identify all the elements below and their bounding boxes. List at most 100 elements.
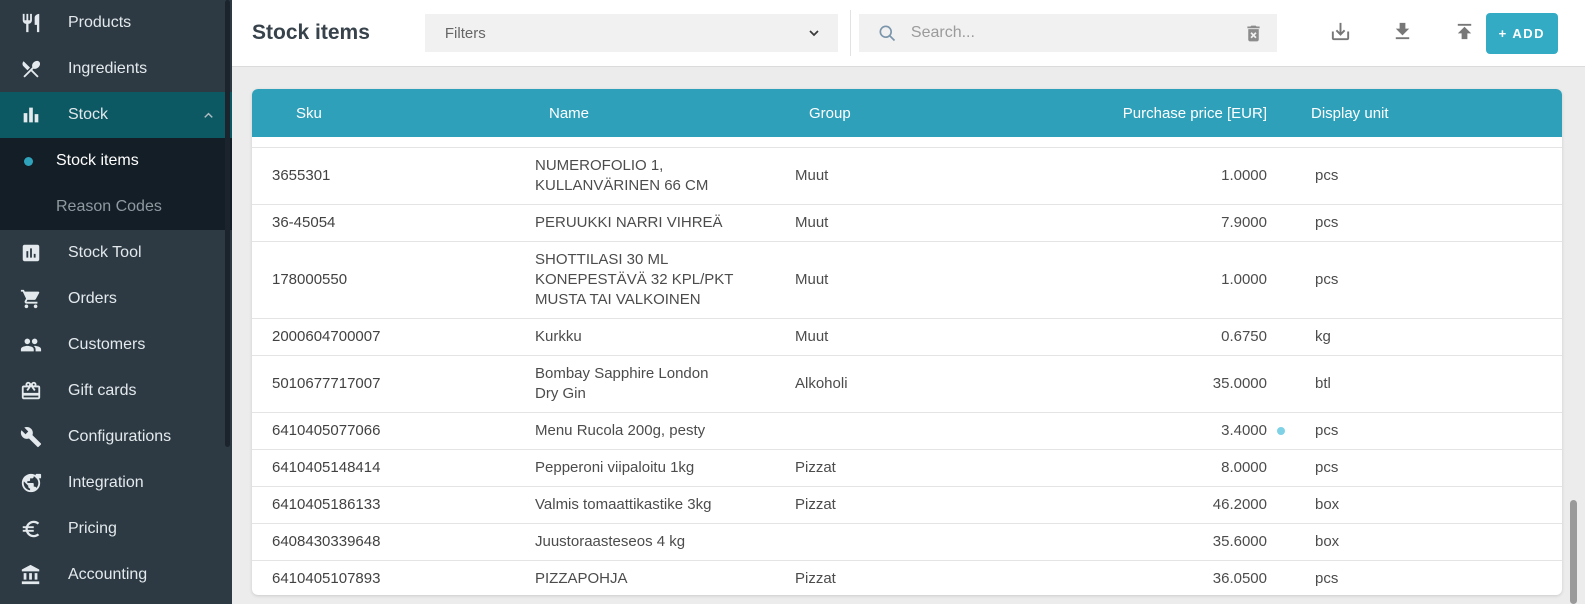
sidebar-subitem-label: Reason Codes — [56, 198, 162, 216]
cell-purchase-price: 3.4000 — [1087, 421, 1267, 441]
sidebar-item-gift-cards[interactable]: Gift cards — [0, 368, 232, 414]
cell-sku: 6410405107893 — [252, 569, 515, 589]
cell-display-unit: pcs — [1267, 270, 1562, 290]
sidebar-item-ingredients[interactable]: Ingredients — [0, 46, 232, 92]
clear-search-trash-icon[interactable] — [1243, 23, 1264, 44]
sidebar-submenu: Stock items Reason Codes — [0, 138, 232, 230]
cell-group: Pizzat — [775, 495, 1087, 515]
cell-sku: 6408430339648 — [252, 532, 515, 552]
globe-icon — [20, 472, 42, 494]
cell-purchase-price: 1.0000 — [1087, 270, 1267, 290]
table-scrollbar-thumb[interactable] — [1570, 500, 1577, 604]
cell-purchase-price: 35.6000 — [1087, 532, 1267, 552]
chevron-up-icon — [201, 108, 216, 123]
column-header-purchase-price[interactable]: Purchase price [EUR] — [1087, 105, 1267, 122]
sidebar-item-stock[interactable]: Stock — [0, 92, 232, 138]
utensils-icon — [20, 12, 42, 34]
bank-icon — [20, 564, 42, 586]
sidebar-subitem-stock-items[interactable]: Stock items — [0, 138, 232, 184]
sidebar-item-label: Integration — [68, 474, 144, 492]
euro-icon — [20, 518, 42, 540]
sidebar-scrollbar-thumb[interactable] — [225, 0, 230, 447]
cell-purchase-price: 7.9000 — [1087, 213, 1267, 233]
cell-name: SHOTTILASI 30 ML KONEPESTÄVÄ 32 KPL/PKT … — [515, 250, 775, 310]
search-input[interactable] — [909, 23, 1243, 43]
table-row[interactable]: 6410405148414Pepperoni viipaloitu 1kgPiz… — [252, 450, 1562, 487]
cell-purchase-price: 1.0000 — [1087, 166, 1267, 186]
cell-name: Juustoraasteseos 4 kg — [515, 532, 775, 552]
column-header-name[interactable]: Name — [515, 105, 775, 122]
column-header-sku[interactable]: Sku — [252, 105, 515, 122]
table-row[interactable]: 2000604700007KurkkuMuut0.6750kg — [252, 319, 1562, 356]
cell-display-unit: btl — [1267, 374, 1562, 394]
save-alt-button[interactable] — [1329, 20, 1352, 46]
sidebar-item-accounting[interactable]: Accounting — [0, 552, 232, 598]
sidebar-item-label: Gift cards — [68, 382, 136, 400]
cell-group: Pizzat — [775, 458, 1087, 478]
people-icon — [20, 334, 42, 356]
table-row[interactable]: 5010677717007Bombay Sapphire London Dry … — [252, 356, 1562, 413]
sidebar-item-label: Stock Tool — [68, 244, 142, 262]
sidebar-item-label: Orders — [68, 290, 117, 308]
sidebar-item-label: Stock — [68, 106, 108, 124]
upload-button[interactable] — [1453, 20, 1476, 46]
sidebar-item-label: Products — [68, 14, 131, 32]
toolbar-divider — [850, 10, 851, 56]
cell-sku: 36-45054 — [252, 213, 515, 233]
cell-sku: 6410405148414 — [252, 458, 515, 478]
cell-group: Muut — [775, 270, 1087, 290]
toolbar: Stock items Filters + ADD — [232, 0, 1585, 67]
toolbar-actions — [1329, 20, 1476, 46]
sidebar-item-stock-tool[interactable]: Stock Tool — [0, 230, 232, 276]
filters-dropdown[interactable]: Filters — [425, 14, 838, 52]
save-alt-icon — [1329, 20, 1352, 46]
add-button[interactable]: + ADD — [1486, 13, 1558, 54]
cell-sku: 2000604700007 — [252, 327, 515, 347]
sidebar: Products Ingredients Stock Stock items Reaso… — [0, 0, 232, 604]
sidebar-item-label: Pricing — [68, 520, 117, 538]
column-header-display-unit[interactable]: Display unit — [1267, 105, 1562, 122]
cell-display-unit: kg — [1267, 327, 1562, 347]
cell-group: Muut — [775, 213, 1087, 233]
cell-name: Pepperoni viipaloitu 1kg — [515, 458, 775, 478]
cell-purchase-price: 35.0000 — [1087, 374, 1267, 394]
sidebar-item-configurations[interactable]: Configurations — [0, 414, 232, 460]
cell-sku: 6410405186133 — [252, 495, 515, 515]
table-header-row: Sku Name Group Purchase price [EUR] Disp… — [252, 89, 1562, 137]
sidebar-item-orders[interactable]: Orders — [0, 276, 232, 322]
sidebar-subitem-reason-codes[interactable]: Reason Codes — [0, 184, 232, 230]
search-icon — [877, 23, 897, 43]
sidebar-subitem-label: Stock items — [56, 152, 139, 170]
cell-group: Alkoholi — [775, 374, 1087, 394]
sidebar-item-products[interactable]: Products — [0, 0, 232, 46]
chart-box-icon — [20, 242, 42, 264]
sidebar-item-integration[interactable]: Integration — [0, 460, 232, 506]
cell-display-unit: pcs — [1267, 213, 1562, 233]
download-button[interactable] — [1391, 20, 1414, 46]
sidebar-item-pricing[interactable]: Pricing — [0, 506, 232, 552]
cell-display-unit: box — [1267, 532, 1562, 552]
cell-sku: 3655301 — [252, 166, 515, 186]
cell-display-unit: pcs — [1267, 166, 1562, 186]
table-row[interactable]: 6408430339648Juustoraasteseos 4 kg 35.600… — [252, 524, 1562, 561]
cell-group: Pizzat — [775, 569, 1087, 589]
content-area: Sku Name Group Purchase price [EUR] Disp… — [232, 67, 1585, 604]
sidebar-nav: Products Ingredients Stock Stock items Reaso… — [0, 0, 232, 598]
cell-purchase-price: 36.0500 — [1087, 569, 1267, 589]
table-row[interactable]: 36-45054PERUUKKI NARRI VIHREÄMuut7.9000p… — [252, 205, 1562, 242]
cell-display-unit: pcs — [1267, 421, 1562, 441]
sidebar-item-label: Customers — [68, 336, 145, 354]
search-box — [859, 14, 1277, 52]
cart-icon — [20, 288, 42, 310]
cell-sku: 178000550 — [252, 270, 515, 290]
table-row[interactable]: 6410405077066Menu Rucola 200g, pesty3.40… — [252, 413, 1562, 450]
cell-purchase-price: 8.0000 — [1087, 458, 1267, 478]
sidebar-item-customers[interactable]: Customers — [0, 322, 232, 368]
gift-card-icon — [20, 380, 42, 402]
table-row[interactable]: 3655301NUMEROFOLIO 1, KULLANVÄRINEN 66 C… — [252, 148, 1562, 205]
table-row[interactable]: 6410405186133Valmis tomaattikastike 3kgP… — [252, 487, 1562, 524]
table-row[interactable]: 6410405107893PIZZAPOHJAPizzat36.0500pcs — [252, 561, 1562, 595]
table-row[interactable]: 178000550SHOTTILASI 30 ML KONEPESTÄVÄ 32… — [252, 242, 1562, 319]
column-header-group[interactable]: Group — [775, 105, 1087, 122]
cell-sku: 5010677717007 — [252, 374, 515, 394]
